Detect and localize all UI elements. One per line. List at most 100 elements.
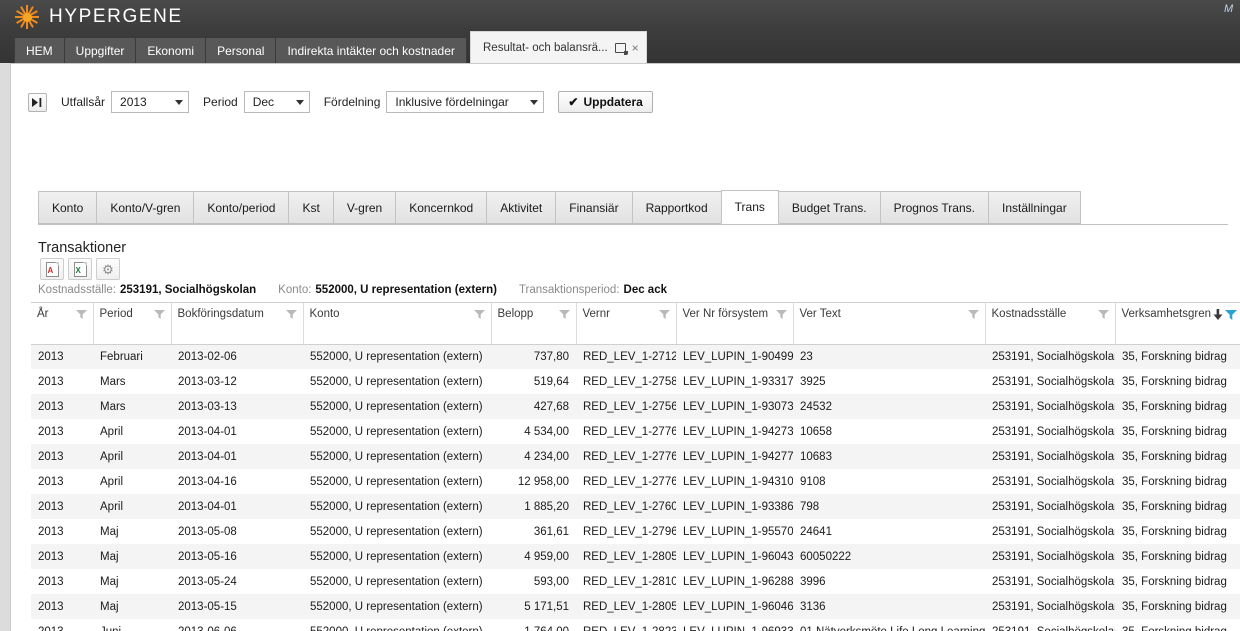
filter-icon[interactable] [153,310,165,319]
table-row[interactable]: 2013 April 2013-04-01 552000, U represen… [31,444,1240,469]
transactions-grid: År Period Bokföringsdatum Konto Belopp V… [31,302,1240,631]
filter-icon[interactable] [285,310,297,319]
restore-window-icon[interactable] [614,42,628,55]
tab-rapportkod[interactable]: Rapportkod [631,191,722,224]
table-row[interactable]: 2013 Juni 2013-06-06 552000, U represent… [31,619,1240,631]
cell-ar: 2013 [38,350,64,363]
document-tab-resultat-och-balansrakning[interactable]: Resultat- och balansrä... × [470,31,647,63]
tab-konto[interactable]: Konto [38,191,98,224]
nav-item-indirekta-intakter-och-kostnader[interactable]: Indirekta intäkter och kostnader [276,38,467,63]
column-header-bokforingsdatum[interactable]: Bokföringsdatum [171,303,304,345]
tab-v-gren[interactable]: V-gren [332,191,397,224]
filter-icon[interactable] [967,310,979,319]
tab-trans[interactable]: Trans [720,190,779,224]
column-header-ver-nr-forsystem[interactable]: Ver Nr försystem [676,303,794,345]
column-header-vernr[interactable]: Vernr [576,303,677,345]
summary-value-konto: 552000, U representation (extern) [315,284,497,296]
table-row[interactable]: 2013 April 2013-04-16 552000, U represen… [31,469,1240,494]
table-row[interactable]: 2013 April 2013-04-01 552000, U represen… [31,494,1240,519]
uppdatera-button-label: Uppdatera [583,95,643,109]
cell-konto: 552000, U representation (extern) [310,575,483,588]
cell-bokforingsdatum: 2013-05-16 [178,550,237,563]
tab-prognos-trans[interactable]: Prognos Trans. [879,191,989,224]
tab-installningar[interactable]: Inställningar [987,191,1081,224]
filter-icon[interactable] [1097,310,1109,319]
transactions-table: År Period Bokföringsdatum Konto Belopp V… [31,303,1240,631]
table-row[interactable]: 2013 April 2013-04-01 552000, U represen… [31,419,1240,444]
cell-period: April [100,425,124,438]
sort-descending-icon[interactable] [1213,309,1223,324]
cell-verksamhetsgren: 35, Forskning bidrag [1122,450,1227,463]
cell-bokforingsdatum: 2013-04-01 [178,425,237,438]
header-user-label: M [1224,3,1234,15]
cell-belopp: 4 234,00 [524,450,569,463]
filter-icon[interactable] [75,310,87,319]
column-header-belopp[interactable]: Belopp [491,303,577,345]
cell-period: April [100,475,124,488]
nav-item-uppgifter[interactable]: Uppgifter [64,38,137,63]
cell-bokforingsdatum: 2013-05-24 [178,575,237,588]
table-row[interactable]: 2013 Maj 2013-05-08 552000, U representa… [31,519,1240,544]
period-select[interactable]: Dec [243,91,310,113]
cell-ver-text: 01 Nätverksmöte Life Long Learning [793,619,985,631]
cell-verksamhetsgren: 35, Forskning bidrag [1122,475,1227,488]
filter-icon[interactable] [473,310,485,319]
cell-verksamhetsgren: 35, Forskning bidrag [1122,425,1227,438]
tab-koncernkod[interactable]: Koncernkod [395,191,488,224]
collapse-panel-icon[interactable] [28,92,47,112]
cell-verksamhetsgren: 35, Forskning bidrag [1122,400,1227,413]
filter-icon[interactable] [1225,309,1237,324]
close-icon[interactable]: × [632,42,639,54]
cell-ar: 2013 [38,575,64,588]
brand: HYPERGENE [14,0,183,34]
filter-icon[interactable] [658,310,670,319]
column-header-ar[interactable]: År [31,303,94,345]
table-row[interactable]: 2013 Februari 2013-02-06 552000, U repre… [31,344,1240,369]
cell-vernr: RED_LEV_1-27969 [583,525,676,538]
table-row[interactable]: 2013 Maj 2013-05-24 552000, U representa… [31,569,1240,594]
uppdatera-button[interactable]: ✔ Uppdatera [558,91,653,113]
table-row[interactable]: 2013 Mars 2013-03-13 552000, U represent… [31,394,1240,419]
fordelning-select[interactable]: Inklusive fördelningar [386,91,545,113]
fordelning-label: Fördelning [323,95,381,109]
utfallsar-label: Utfallsår [61,95,106,109]
tab-konto-period[interactable]: Konto/period [193,191,290,224]
filter-icon[interactable] [775,310,787,319]
tab-konto-v-gren[interactable]: Konto/V-gren [96,191,195,224]
cell-konto: 552000, U representation (extern) [310,500,483,513]
cell-period: Maj [100,600,119,613]
tab-finansiar[interactable]: Finansiär [555,191,633,224]
column-header-verksamhetsgren[interactable]: Verksamhetsgren [1115,303,1240,345]
table-header-row: År Period Bokföringsdatum Konto Belopp V… [31,303,1240,345]
column-header-period[interactable]: Period [93,303,172,345]
nav-item-personal[interactable]: Personal [206,38,277,63]
fordelning-value: Inklusive fördelningar [395,95,509,109]
nav-item-hem[interactable]: HEM [14,38,65,63]
column-header-konto[interactable]: Konto [303,303,492,345]
column-header-kostnadsstalle[interactable]: Kostnadsställe [985,303,1116,345]
page-panel: Utfallsår 2013 Period Dec Fördelning Ink… [10,63,1240,631]
cell-vernr: RED_LEV_1-28231 [576,619,676,631]
cell-ver-text: 9108 [800,475,826,488]
table-row[interactable]: 2013 Mars 2013-03-12 552000, U represent… [31,369,1240,394]
tab-aktivitet[interactable]: Aktivitet [486,191,557,224]
cell-ar: 2013 [38,425,64,438]
cell-ver-nr-forsystem: LEV_LUPIN_1-969333 [676,619,793,631]
cell-vernr: RED_LEV_1-27761 [583,425,676,438]
filter-icon[interactable] [558,310,570,319]
column-header-ver-text[interactable]: Ver Text [793,303,986,345]
nav-item-ekonomi[interactable]: Ekonomi [136,38,207,63]
report-tabs: Konto Konto/V-gren Konto/period Kst V-gr… [38,190,1228,225]
export-pdf-button[interactable]: A [40,258,64,280]
utfallsar-select[interactable]: 2013 [111,91,190,113]
table-row[interactable]: 2013 Maj 2013-05-16 552000, U representa… [31,544,1240,569]
cell-belopp: 519,64 [533,375,569,388]
tab-kst[interactable]: Kst [288,191,334,224]
grid-settings-button[interactable]: ⚙ [96,258,120,280]
cell-bokforingsdatum: 2013-03-12 [178,375,237,388]
cell-kostnadsstalle: 253191, Socialhögskolan [985,619,1115,631]
summary-value-transaktionsperiod: Dec ack [623,284,667,296]
tab-budget-trans[interactable]: Budget Trans. [777,191,881,224]
table-row[interactable]: 2013 Maj 2013-05-15 552000, U representa… [31,594,1240,619]
export-excel-button[interactable]: X [68,258,92,280]
